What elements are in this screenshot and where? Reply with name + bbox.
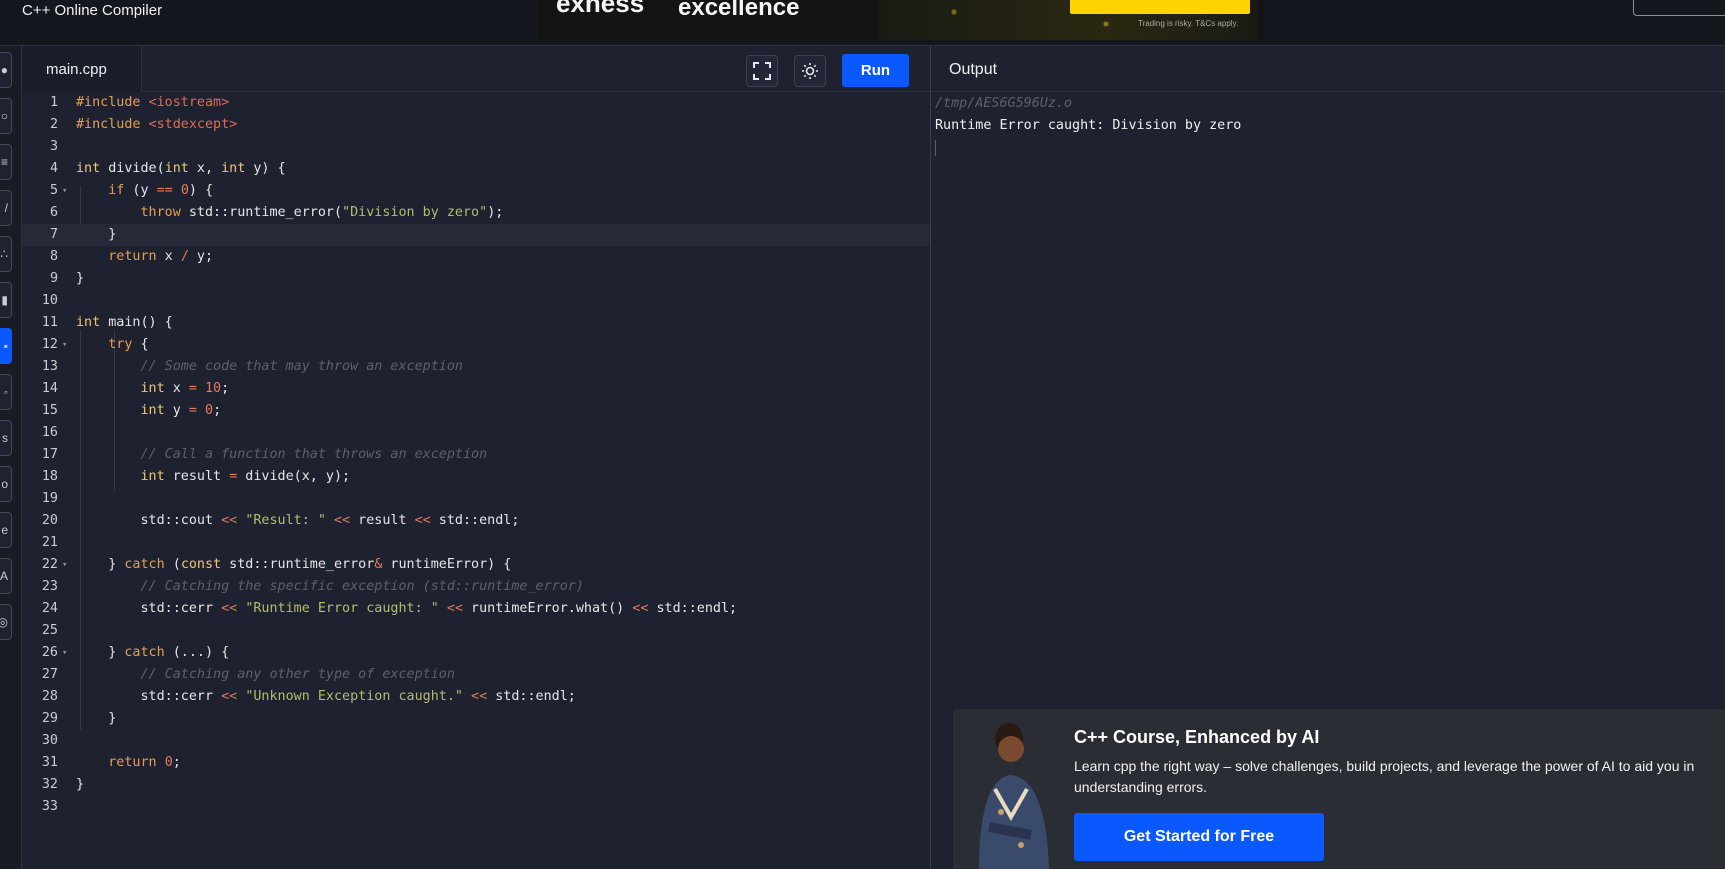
rail-cpp-icon[interactable]: ●	[0, 52, 12, 88]
app-title: C++ Online Compiler	[22, 2, 163, 19]
code-editor[interactable]: 1 #include <iostream> 2 #include <stdexcep…	[22, 92, 930, 869]
rail-list-icon[interactable]: ≡	[0, 144, 12, 180]
run-button[interactable]: Run	[842, 54, 909, 87]
sun-icon	[802, 63, 818, 79]
code-line: 4 int divide(int x, int y) {	[49, 161, 286, 176]
output-text: Runtime Error caught: Division by zero	[935, 118, 1242, 133]
code-line-current: 7 }	[22, 224, 930, 246]
ad-disclaimer: Trading is risky. T&Cs apply.	[1138, 19, 1239, 28]
code-line: 20 std::cout << "Result: " << result << …	[41, 513, 520, 528]
code-line: 10	[41, 293, 58, 308]
code-line: 11 int main() {	[41, 315, 173, 330]
rail-book-icon[interactable]: ▮	[0, 282, 12, 318]
code-line: 27 // Catching any other type of excepti…	[41, 667, 455, 682]
code-line: 16	[41, 425, 58, 440]
theme-toggle-button[interactable]	[794, 55, 826, 87]
fullscreen-button[interactable]	[746, 55, 778, 87]
instructor-avatar	[979, 723, 1049, 869]
code-line: 26 ▾ } catch (...) {	[41, 645, 230, 660]
rail-help-icon[interactable]: ◎	[0, 604, 12, 640]
code-line: 2 #include <stdexcept>	[49, 117, 238, 132]
file-tab-label: main.cpp	[46, 61, 107, 78]
code-line: 12 ▾ try {	[41, 337, 149, 352]
code-line: 17 // Call a function that throws an exc…	[41, 447, 488, 462]
code-line: 18 int result = divide(x, y);	[41, 469, 351, 484]
code-line: 32}	[41, 777, 85, 792]
code-line: 25	[41, 623, 58, 638]
code-line: 29 }	[41, 711, 117, 726]
code-line: 22 ▾ } catch (const std::runtime_error& r…	[41, 557, 512, 572]
ad-brand: exness	[556, 0, 645, 18]
ad-headline: excellence	[678, 0, 800, 21]
code-line: 9}	[49, 271, 85, 286]
code-line: 21	[41, 535, 58, 550]
rail-bulb-icon[interactable]: o	[0, 466, 12, 502]
code-line: 15 int y = 0;	[41, 403, 222, 418]
output-title: Output	[949, 61, 998, 78]
code-line: 3	[49, 139, 58, 154]
top-bar: C++ Online Compiler exness excellence Tr…	[0, 0, 1725, 46]
fullscreen-icon	[753, 62, 771, 80]
code-line: 31 return 0;	[41, 755, 181, 770]
code-line: 6 throw std::runtime_error("Division by …	[49, 205, 504, 220]
promo-description: Learn cpp the right way – solve challeng…	[1074, 758, 1695, 795]
output-header: Output	[930, 46, 1725, 92]
code-line: 14 int x = 10;	[41, 381, 230, 396]
code-line: 24 std::cerr << "Runtime Error caught: "…	[41, 601, 738, 616]
tab-main-cpp[interactable]: main.cpp	[22, 46, 142, 92]
rail-search-icon[interactable]: ○	[0, 98, 12, 134]
get-started-button[interactable]: Get Started for Free	[1074, 813, 1324, 861]
promo-title: C++ Course, Enhanced by AI	[1074, 727, 1320, 747]
ad-banner[interactable]: exness excellence Trading is risky. T&Cs…	[538, 0, 1265, 40]
output-path: /tmp/AES6G596Uz.o	[935, 96, 1073, 111]
rail-chat-icon[interactable]: ◦	[0, 374, 12, 410]
rail-sliders-icon[interactable]: ∴	[0, 236, 12, 272]
code-line: 8 return x / y;	[49, 249, 214, 264]
output-caret	[935, 140, 936, 156]
rail-share-icon[interactable]: s	[0, 420, 12, 456]
code-line: 5 ▾ if (y == 0) {	[49, 183, 214, 198]
code-line: 1 #include <iostream>	[49, 95, 230, 110]
rail-gear-icon[interactable]: e	[0, 512, 12, 548]
code-line: 13 // Some code that may throw an except…	[41, 359, 463, 374]
code-line: 33	[41, 799, 58, 814]
rail-pen-icon[interactable]: /	[0, 190, 12, 226]
topbar-action-button[interactable]	[1633, 0, 1725, 16]
language-rail: ● ○ ≡ / ∴ ▮ ▪ ◦ s o e A ◎	[0, 46, 22, 869]
code-line: 30	[41, 733, 58, 748]
code-line: 28 std::cerr << "Unknown Exception caugh…	[41, 689, 576, 704]
rail-font-icon[interactable]: A	[0, 558, 12, 594]
rail-code-icon[interactable]: ▪	[0, 328, 12, 364]
editor-header: main.cpp Run	[22, 46, 930, 92]
ad-cta-button[interactable]	[1070, 0, 1250, 14]
code-line: 23 // Catching the specific exception (s…	[41, 579, 584, 594]
code-line: 19	[41, 491, 58, 506]
promo-card: C++ Course, Enhanced by AI Learn cpp the…	[953, 709, 1725, 869]
